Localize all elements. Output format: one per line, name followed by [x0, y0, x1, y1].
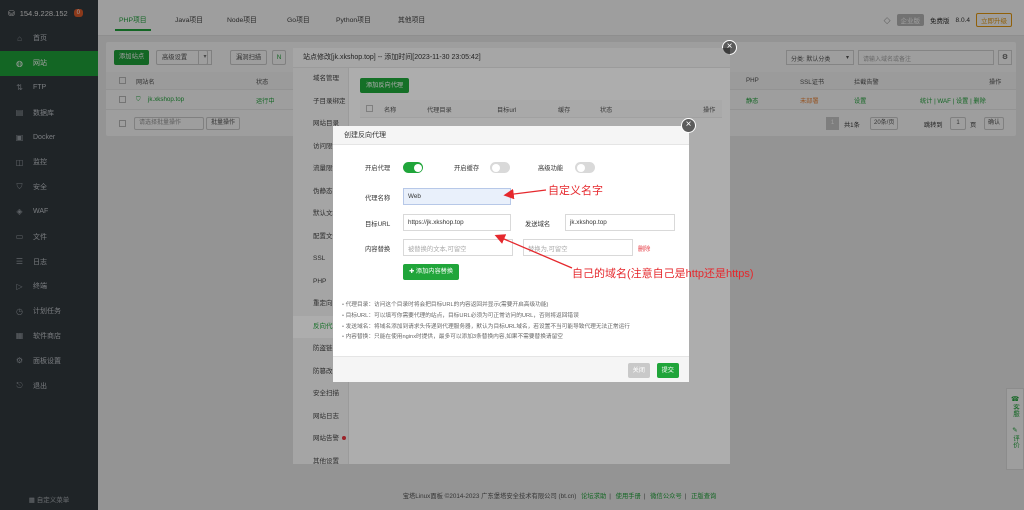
annotation-domain-hint: 自己的域名(注意自己是http还是https): [572, 268, 754, 280]
annotation-name-hint: 自定义名字: [548, 185, 603, 197]
annotation-arrows: [494, 188, 573, 269]
arrow-to-url: [494, 234, 573, 269]
arrow-to-name: [503, 188, 547, 200]
